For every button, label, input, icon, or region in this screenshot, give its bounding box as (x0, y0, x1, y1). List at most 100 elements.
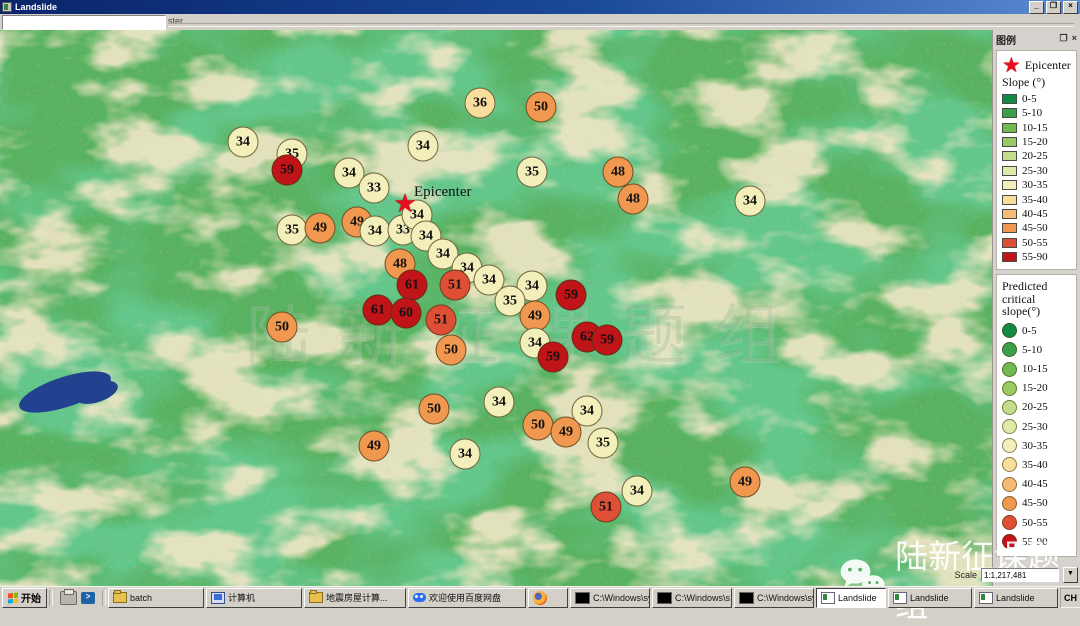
legend-range-label: 40-45 (1022, 478, 1048, 490)
task-button-c-windows-s-[interactable]: C:\Windows\s... (652, 588, 732, 608)
start-label: 开始 (21, 590, 41, 605)
task-button--[interactable]: 计算机 (206, 588, 302, 608)
scale-widget: Scale 1:1,217,481 ▼ (954, 567, 1078, 583)
slope-marker: 49 (551, 417, 582, 448)
slope-marker: 36 (465, 88, 496, 119)
toolbar-input[interactable] (2, 15, 166, 30)
task-button-landslide[interactable]: Landslide (816, 588, 886, 608)
slope-marker: 49 (730, 467, 761, 498)
legend-panel-title: 图例 (996, 32, 1016, 47)
legend-range-label: 40-45 (1022, 208, 1048, 220)
taskbar: 开始 > batch计算机地震房屋计算... 欢迎使用百度网盘 C:\Windows… (0, 586, 1080, 608)
task-button-batch[interactable]: batch (108, 588, 204, 608)
legend-item: 40-45 (1002, 475, 1073, 494)
taskbar-separator2 (102, 590, 106, 606)
task-button-landslide[interactable]: Landslide (888, 588, 972, 608)
legend-range-label: 35-40 (1022, 459, 1048, 471)
slope-marker: 50 (523, 410, 554, 441)
slope-marker: 34 (450, 439, 481, 470)
legend-float-button[interactable]: ❐ (1060, 34, 1068, 44)
legend-swatch (1002, 323, 1017, 338)
legend-range-label: 20-25 (1022, 150, 1048, 162)
slope-marker: 51 (426, 305, 457, 336)
minimize-button[interactable]: _ (1029, 1, 1044, 14)
map-canvas[interactable]: 陆新征课题组 343559343433365035484834354949343… (0, 30, 992, 586)
legend-range-label: 5-10 (1022, 344, 1042, 356)
legend-range-label: 45-50 (1022, 222, 1048, 234)
legend-range-label: 10-15 (1022, 122, 1048, 134)
legend-item: 25-30 (1002, 164, 1073, 178)
legend-close-button[interactable]: × (1072, 34, 1077, 44)
task-button-label: Landslide (996, 593, 1035, 603)
taskbar-separator (49, 590, 53, 606)
legend-range-label: 55-90 (1022, 251, 1048, 263)
slope-marker: 34 (360, 216, 391, 247)
slope-marker: 33 (359, 173, 390, 204)
task-button-c-windows-sy-[interactable]: C:\Windows\sy... (570, 588, 650, 608)
slope-marker: 61 (363, 295, 394, 326)
task-button--[interactable]: 欢迎使用百度网盘 (408, 588, 526, 608)
slope-marker: 34 (622, 476, 653, 507)
legend-item: 35-40 (1002, 192, 1073, 206)
slope-marker: 51 (591, 492, 622, 523)
legend-range-label: 45-50 (1022, 497, 1048, 509)
language-indicator[interactable]: CH (1064, 593, 1077, 603)
task-button-label: C:\Windows\sy... (757, 593, 814, 603)
legend-item: 20-25 (1002, 398, 1073, 417)
cloud-icon (413, 593, 426, 602)
window-title: Landslide (15, 2, 57, 12)
task-button-landslide[interactable]: Landslide (974, 588, 1058, 608)
legend-range-label: 0-5 (1022, 325, 1037, 337)
legend-item: 15-20 (1002, 135, 1073, 149)
app-icon (2, 2, 12, 12)
task-button-label: Landslide (910, 593, 949, 603)
legend-range-label: 50-55 (1022, 237, 1048, 249)
legend-item: 10-15 (1002, 359, 1073, 378)
legend-swatch (1002, 457, 1017, 472)
task-button-c-windows-sy-[interactable]: C:\Windows\sy... (734, 588, 814, 608)
legend-swatch (1002, 438, 1017, 453)
slope-marker: 35 (517, 157, 548, 188)
legend-item: 5-10 (1002, 106, 1073, 120)
epicenter-legend-label: Epicenter (1025, 58, 1071, 73)
legend-item: 45-50 (1002, 221, 1073, 235)
legend-swatch (1002, 223, 1017, 233)
title-bar: Landslide _ ❐ × (0, 0, 1080, 14)
start-button[interactable]: 开始 (2, 588, 47, 608)
computer-icon (211, 592, 225, 604)
legend-item: 0-5 (1002, 92, 1073, 106)
printer-icon[interactable] (60, 591, 77, 605)
task-button--[interactable]: 地震房屋计算... (304, 588, 406, 608)
task-button-firefox[interactable] (528, 588, 568, 608)
scale-value[interactable]: 1:1,217,481 (981, 568, 1059, 582)
legend-swatch (1002, 195, 1017, 205)
slope-marker: 50 (267, 312, 298, 343)
close-button[interactable]: × (1063, 1, 1078, 14)
slope-marker: 59 (272, 155, 303, 186)
legend-swatch (1002, 477, 1017, 492)
legend-range-label: 15-20 (1022, 382, 1048, 394)
legend-swatch (1002, 94, 1017, 104)
legend-item: 5-10 (1002, 340, 1073, 359)
legend-item: 55-90 (1002, 250, 1073, 264)
task-button-label: 欢迎使用百度网盘 (429, 591, 501, 604)
legend-swatch (1002, 209, 1017, 219)
legend-swatch (1002, 166, 1017, 176)
legend-swatch (1002, 496, 1017, 511)
cmd-icon (575, 592, 590, 604)
task-button-label: C:\Windows\sy... (593, 593, 650, 603)
powershell-icon[interactable]: > (81, 592, 95, 604)
legend-swatch (1002, 151, 1017, 161)
legend-swatch (1002, 108, 1017, 118)
restore-button[interactable]: ❐ (1046, 1, 1061, 14)
legend-swatch (1002, 123, 1017, 133)
slope-marker: 34 (484, 387, 515, 418)
legend-panel: 图例 ❐ × ★ Epicenter Slope (°) 0-55-1010-1… (992, 30, 1080, 586)
scale-dropdown-button[interactable]: ▼ (1063, 567, 1078, 583)
legend-range-label: 0-5 (1022, 93, 1037, 105)
legend-item: 25-30 (1002, 417, 1073, 436)
critical-legend-items: 0-55-1010-1515-2020-2525-3030-3535-4040-… (1002, 321, 1073, 551)
slope-marker: 49 (359, 431, 390, 462)
slope-marker: 34 (228, 127, 259, 158)
epicenter-label: Epicenter (414, 184, 471, 201)
